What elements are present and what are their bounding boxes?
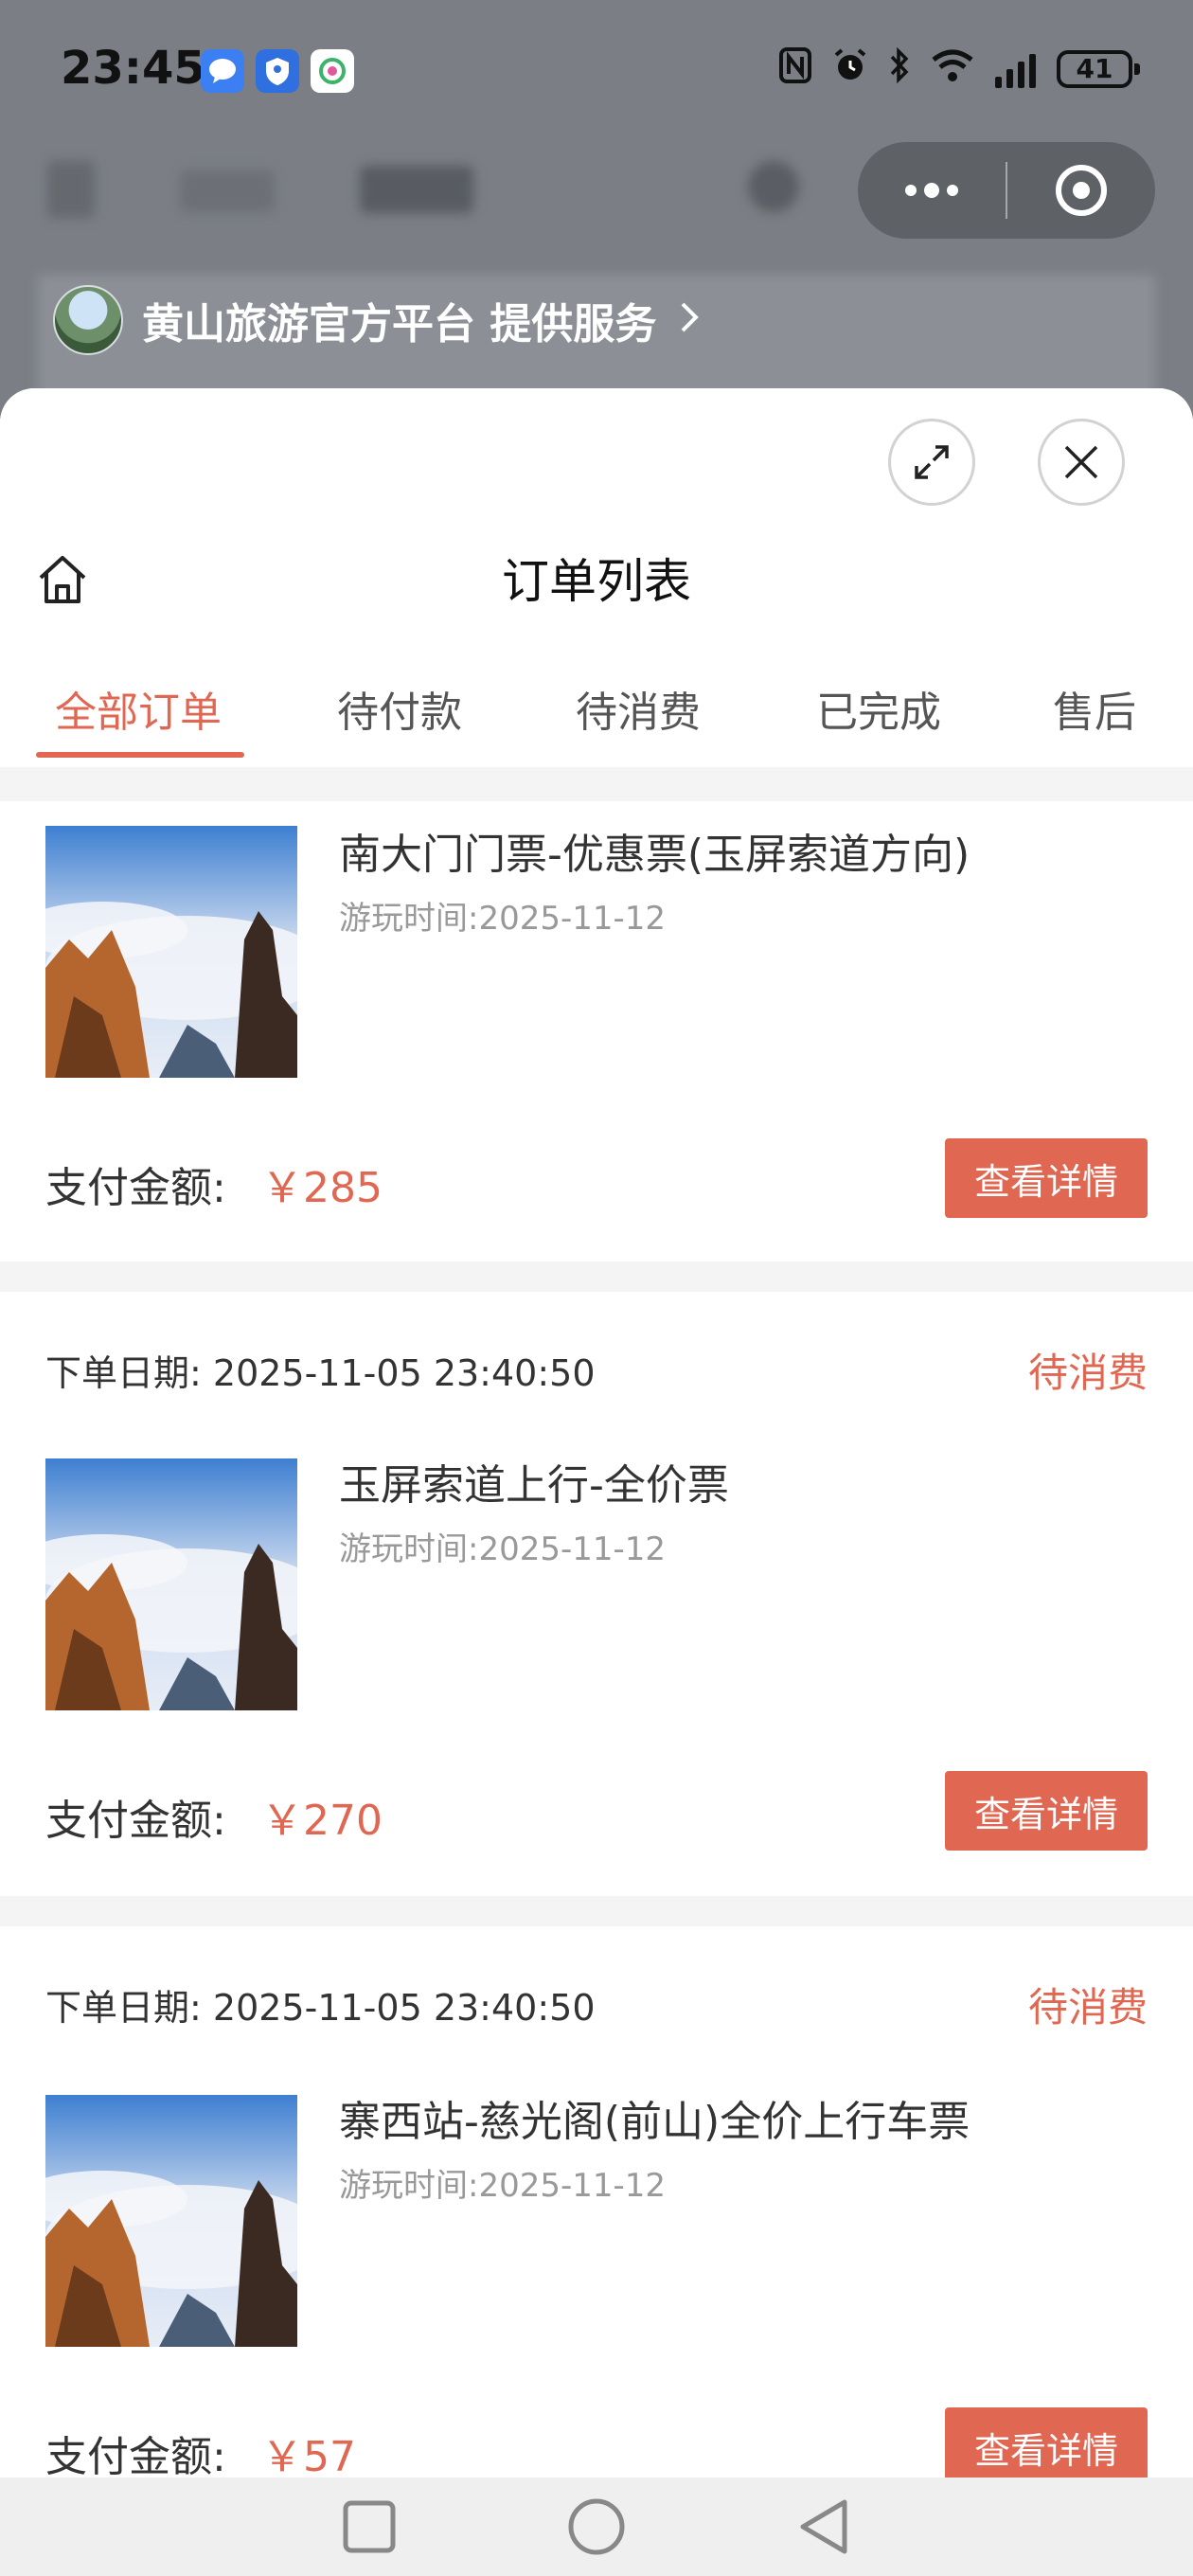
order-thumbnail [45,1458,297,1710]
page-title: 订单列表 [502,554,691,609]
view-details-button[interactable]: 查看详情 [945,1138,1148,1218]
order-date: 下单日期: 2025-11-05 23:40:50 [45,1978,596,2030]
order-visit-date: 游玩时间:2025-11-12 [339,2167,667,2205]
chevron-right-icon [679,296,700,345]
target-circle-icon [1056,165,1107,216]
order-date-value: 2025-11-05 23:40:50 [212,1986,596,2029]
mobile-app-icon [311,49,354,93]
home-nav-button[interactable] [559,2489,634,2565]
order-tabs: 全部订单 待付款 待消费 已完成 售后 [0,663,1193,767]
close-button[interactable] [1038,419,1125,506]
order-visit-date: 游玩时间:2025-11-12 [339,900,667,938]
order-amount: ￥285 [261,1164,383,1212]
tab-completed[interactable]: 已完成 [816,678,941,739]
order-amount: ￥270 [261,1797,383,1845]
service-provider[interactable]: 黄山旅游官方平台 提供服务 [53,282,700,358]
provider-text: 黄山旅游官方平台 提供服务 [142,300,657,349]
order-header: 下单日期: 2025-11-05 23:40:50 待消费 [45,1976,1148,2032]
wifi-icon [931,48,974,89]
blurred-tab [360,166,473,213]
battery-icon: 41 [1057,49,1140,88]
circle-icon [568,2498,625,2555]
order-date-label: 下单日期: [45,1986,202,2029]
tab-pending-payment[interactable]: 待付款 [337,678,462,739]
square-icon [343,2500,396,2553]
order-card: 南大门门票-优惠票(玉屏索道方向) 游玩时间:2025-11-12 支付金额: … [0,801,1193,1261]
order-name: 南大门门票-优惠票(玉屏索道方向) [339,831,970,879]
status-time: 23:45 [61,42,205,95]
recents-button[interactable] [331,2489,407,2565]
blurred-menu-icon [47,161,95,218]
battery-level: 41 [1076,53,1113,84]
message-app-icon [201,49,244,93]
tab-pending-use[interactable]: 待消费 [576,678,701,739]
tab-after-sales[interactable]: 售后 [1053,678,1136,739]
order-thumbnail [45,2095,297,2347]
close-icon [1064,445,1098,479]
more-dot-icon [924,183,939,198]
more-dot-icon [905,185,917,196]
status-bar: 23:45 41 [0,0,1193,142]
more-dot-icon [947,185,958,196]
system-nav-bar [0,2478,1193,2576]
order-name: 玉屏索道上行-全价票 [339,1461,729,1510]
order-date-value: 2025-11-05 23:40:50 [212,1351,596,1394]
sheet-header: 订单列表 全部订单 待付款 待消费 已完成 售后 [0,388,1193,767]
view-details-button[interactable]: 查看详情 [945,1771,1148,1851]
view-details-button[interactable]: 查看详情 [945,2407,1148,2487]
provider-avatar [53,285,123,355]
home-button[interactable] [34,551,91,608]
amount-label: 支付金额: [45,1797,226,1845]
expand-button[interactable] [888,419,975,506]
expand-icon [915,445,949,479]
order-card: 下单日期: 2025-11-05 23:40:50 待消费 寨西站-慈光阁(前山… [0,1926,1193,2487]
back-button[interactable] [786,2489,862,2565]
order-name: 寨西站-慈光阁(前山)全价上行车票 [339,2098,970,2146]
status-indicators: 41 [779,46,1140,90]
tab-all-orders[interactable]: 全部订单 [55,678,222,739]
nfc-icon [779,47,811,90]
order-thumbnail [45,826,297,1078]
exit-miniprogram-button[interactable] [1007,142,1155,239]
order-amount: ￥57 [261,2433,356,2481]
amount-label: 支付金额: [45,2433,226,2481]
order-visit-date: 游玩时间:2025-11-12 [339,1530,667,1568]
security-app-icon [256,49,299,93]
bluetooth-icon [889,46,910,90]
home-icon [39,556,86,603]
signal-icon [995,50,1036,88]
blurred-icon [748,161,799,212]
triangle-back-icon [800,2499,847,2554]
page-header: 订单列表 [0,530,1193,625]
order-status: 待消费 [1027,1349,1148,1396]
amount-label: 支付金额: [45,1164,226,1212]
order-card: 下单日期: 2025-11-05 23:40:50 待消费 玉屏索道上行-全价票… [0,1292,1193,1896]
order-status: 待消费 [1027,1983,1148,2030]
order-date: 下单日期: 2025-11-05 23:40:50 [45,1344,596,1396]
alarm-icon [832,47,868,90]
blurred-tab [180,170,275,212]
order-header: 下单日期: 2025-11-05 23:40:50 待消费 [45,1341,1148,1398]
miniprogram-capsule [858,142,1155,239]
active-tab-indicator [36,752,244,758]
more-options-button[interactable] [858,142,1006,239]
order-date-label: 下单日期: [45,1351,202,1394]
